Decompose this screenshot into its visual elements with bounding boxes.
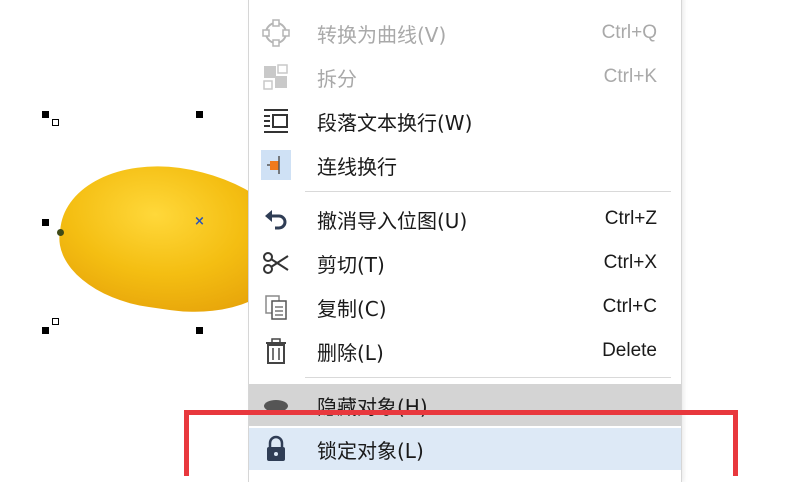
break-apart-icon [259, 60, 293, 94]
menu-item-shortcut: Delete [602, 340, 657, 361]
object-center-marker[interactable]: × [194, 215, 205, 228]
menu-item-shortcut: Ctrl+Q [601, 22, 657, 43]
selection-handle-top-left[interactable] [42, 111, 49, 118]
menu-item-connector-wrap[interactable]: 连线换行 [249, 144, 681, 186]
menu-item-undo-import-bitmap[interactable]: 撤消导入位图(U) Ctrl+Z [249, 198, 681, 240]
menu-item-paragraph-text-wrap[interactable]: 段落文本换行(W) [249, 100, 681, 142]
menu-item-label: 拆分 [317, 66, 357, 91]
trash-icon [259, 334, 293, 368]
menu-item-shortcut: Ctrl+X [603, 252, 657, 273]
menu-item-label: 剪切(T) [317, 252, 385, 277]
highlight-annotation-box [184, 410, 738, 476]
line-wrap-icon [259, 148, 293, 182]
menu-item-label: 撤消导入位图(U) [317, 208, 468, 233]
menu-item-label: 删除(L) [317, 340, 384, 365]
selection-handle-top-middle[interactable] [196, 111, 203, 118]
paragraph-wrap-icon [259, 104, 293, 138]
menu-item-label: 复制(C) [317, 296, 387, 321]
menu-item-delete[interactable]: 删除(L) Delete [249, 330, 681, 372]
scissors-icon [259, 246, 293, 280]
menu-item-convert-to-curves[interactable]: 转换为曲线(V) Ctrl+Q [249, 12, 681, 54]
menu-item-shortcut: Ctrl+Z [604, 208, 657, 229]
selection-handle-bottom-left[interactable] [42, 327, 49, 334]
menu-item-break-apart[interactable]: 拆分 Ctrl+K [249, 56, 681, 98]
menu-item-cut[interactable]: 剪切(T) Ctrl+X [249, 242, 681, 284]
menu-item-shortcut: Ctrl+C [602, 296, 657, 317]
menu-separator [305, 377, 671, 378]
convert-curve-icon [259, 16, 293, 50]
menu-item-copy[interactable]: 复制(C) Ctrl+C [249, 286, 681, 328]
menu-item-label: 段落文本换行(W) [317, 110, 473, 135]
menu-item-label: 连线换行 [317, 154, 397, 179]
selection-handle-bottom-middle[interactable] [196, 327, 203, 334]
rotation-handle-bottom-left[interactable] [52, 318, 59, 325]
rotation-handle-top-left[interactable] [52, 119, 59, 126]
copy-icon [259, 290, 293, 324]
selection-handle-middle-left[interactable] [42, 219, 49, 226]
menu-separator [305, 191, 671, 192]
mango-stem [57, 229, 64, 236]
menu-item-shortcut: Ctrl+K [603, 66, 657, 87]
undo-icon [259, 202, 293, 236]
menu-item-label: 转换为曲线(V) [317, 22, 447, 47]
